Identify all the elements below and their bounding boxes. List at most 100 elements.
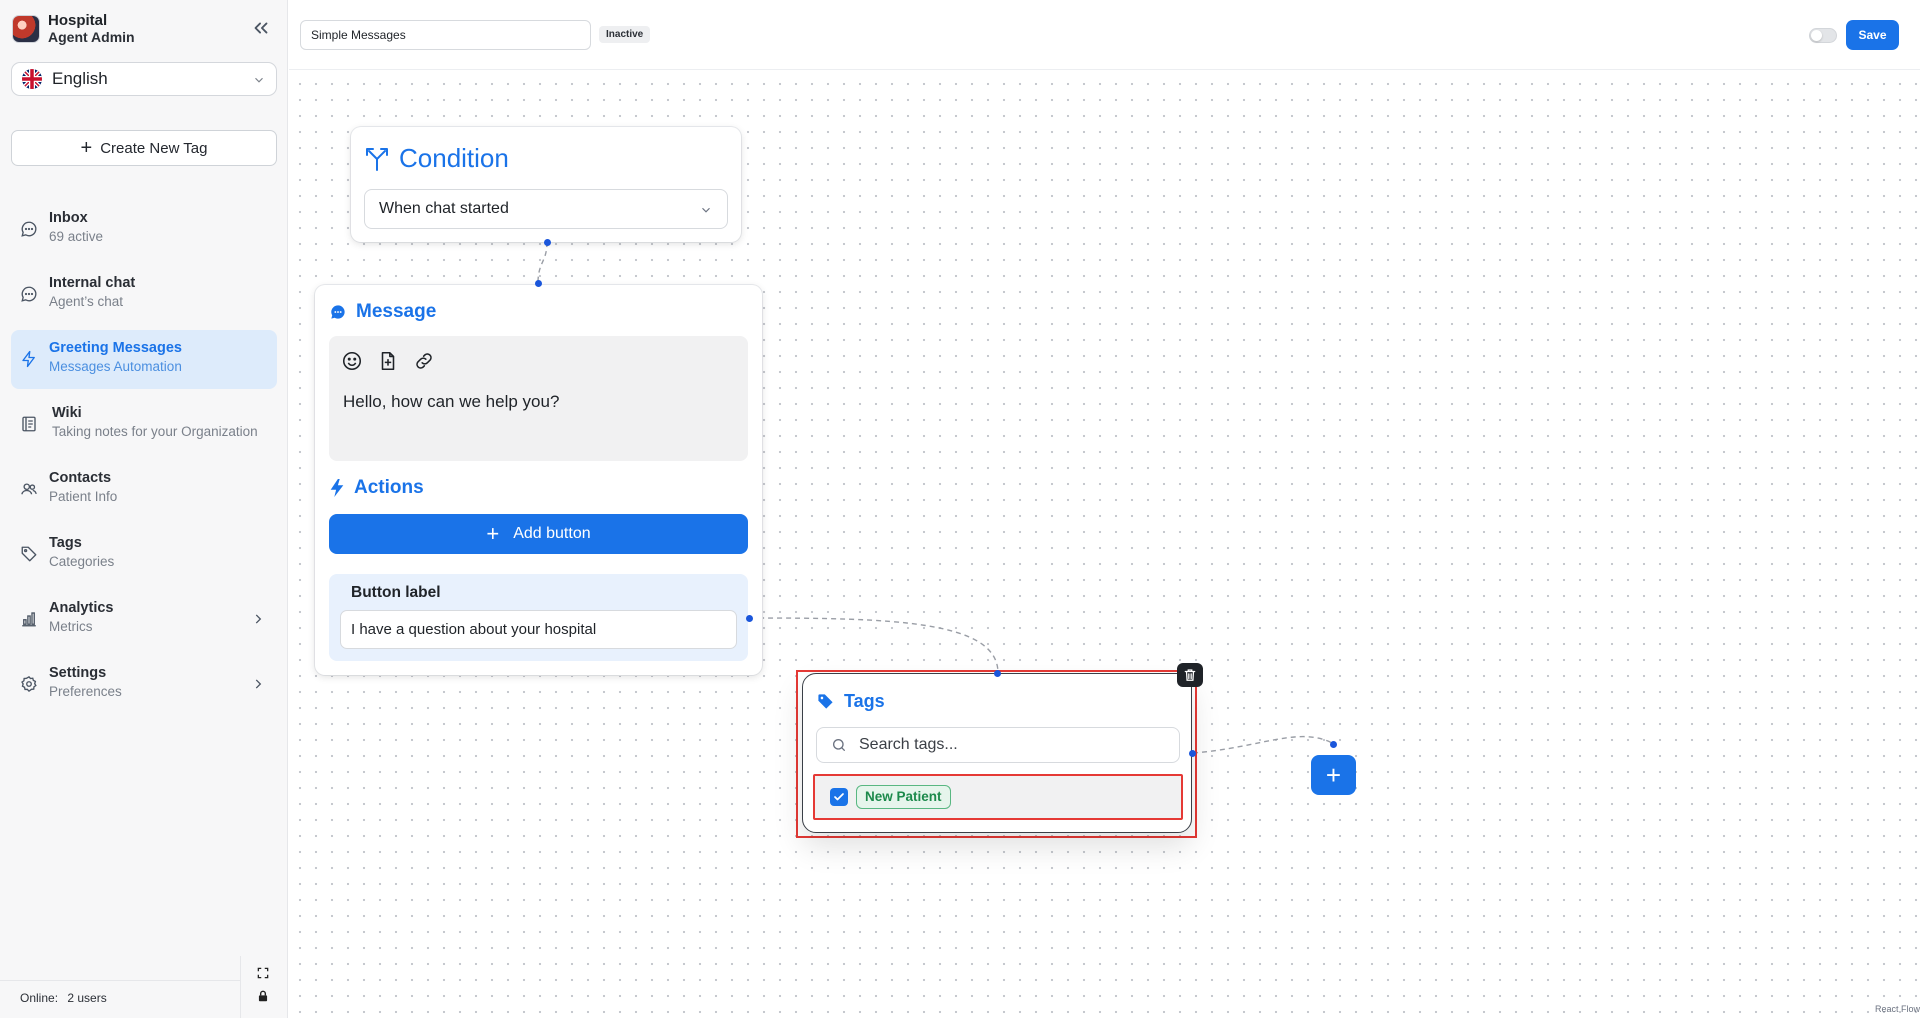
- tag-option-row[interactable]: New Patient: [813, 774, 1183, 820]
- attach-file-icon[interactable]: [377, 350, 399, 372]
- chat-bubble-icon: [21, 221, 37, 237]
- condition-trigger-select[interactable]: When chat started: [364, 189, 728, 229]
- tag-icon: [818, 694, 833, 709]
- create-new-tag-label: Create New Tag: [100, 139, 208, 157]
- actions-title: Actions: [354, 477, 424, 498]
- sidebar-item-title: Internal chat: [49, 275, 136, 291]
- sidebar-item-title: Greeting Messages: [49, 340, 182, 356]
- message-text[interactable]: Hello, how can we help you?: [343, 392, 559, 412]
- message-input-handle[interactable]: [535, 280, 542, 287]
- tags-input-handle[interactable]: [994, 670, 1001, 677]
- brand-name: Hospital: [48, 12, 108, 29]
- chevron-right-icon[interactable]: [251, 611, 265, 627]
- tags-output-handle[interactable]: [1189, 750, 1196, 757]
- message-editor[interactable]: Hello, how can we help you?: [329, 336, 748, 461]
- brand: Hospital Agent Admin: [12, 12, 135, 46]
- lock-icon[interactable]: [256, 989, 270, 1003]
- chat-bubble-icon: [21, 286, 37, 302]
- fit-view-icon[interactable]: [256, 966, 270, 980]
- check-icon: [834, 793, 844, 801]
- add-node-button[interactable]: +: [1311, 755, 1356, 795]
- sidebar-item-wiki[interactable]: Wiki Taking notes for your Organization: [11, 395, 277, 454]
- sidebar-item-subtitle: Metrics: [49, 619, 93, 634]
- add-node-input-handle[interactable]: [1330, 741, 1337, 748]
- sidebar-item-tags[interactable]: Tags Categories: [11, 525, 277, 584]
- sidebar-item-subtitle: Agent’s chat: [49, 294, 124, 309]
- sidebar-item-subtitle: Categories: [49, 554, 115, 569]
- canvas-controls: [240, 956, 288, 1018]
- collapse-sidebar-icon[interactable]: [250, 17, 272, 39]
- link-icon[interactable]: [413, 350, 435, 372]
- online-status: Online: 2 users: [0, 980, 240, 1018]
- plus-icon: +: [486, 521, 500, 546]
- condition-node[interactable]: Condition When chat started: [351, 127, 741, 242]
- sidebar-item-contacts[interactable]: Contacts Patient Info: [11, 460, 277, 519]
- button-label-title: Button label: [351, 584, 441, 601]
- hospital-logo: [12, 15, 40, 43]
- sidebar: Hospital Agent Admin English + Create Ne…: [0, 0, 288, 1018]
- plus-icon: +: [80, 137, 93, 159]
- emoji-icon[interactable]: [341, 350, 363, 372]
- uk-flag-icon: [22, 69, 42, 89]
- gear-icon: [21, 676, 37, 693]
- condition-trigger-value: When chat started: [379, 200, 509, 217]
- message-node[interactable]: Message Hello, how can we help you? Acti…: [315, 285, 762, 675]
- tags-search[interactable]: [816, 727, 1180, 763]
- tag-icon: [21, 546, 37, 562]
- button-label-card: Button label: [329, 574, 748, 661]
- sidebar-item-title: Inbox: [49, 210, 88, 226]
- sidebar-item-greeting-messages[interactable]: Greeting Messages Messages Automation: [11, 330, 277, 389]
- sidebar-item-analytics[interactable]: Analytics Metrics: [11, 590, 277, 649]
- brand-subtitle: Agent Admin: [48, 29, 135, 45]
- tags-node[interactable]: Tags New Patient: [802, 673, 1192, 833]
- add-button-button[interactable]: + Add button: [329, 514, 748, 554]
- condition-title: Condition: [399, 143, 509, 173]
- tag-checkbox[interactable]: [830, 788, 848, 806]
- sidebar-item-subtitle: 69 active: [49, 229, 104, 244]
- button-output-handle[interactable]: [746, 615, 753, 622]
- tags-title: Tags: [844, 691, 885, 711]
- sidebar-item-title: Tags: [49, 535, 82, 551]
- chevron-down-icon: [255, 77, 263, 83]
- message-title: Message: [356, 301, 437, 322]
- search-icon: [833, 739, 845, 751]
- save-button[interactable]: Save: [1846, 20, 1899, 50]
- bar-chart-icon: [22, 612, 36, 627]
- lightning-icon: [22, 350, 35, 368]
- users-icon: [21, 483, 37, 495]
- sidebar-item-title: Wiki: [52, 405, 82, 421]
- sidebar-item-subtitle: Preferences: [49, 684, 122, 699]
- sidebar-item-subtitle: Taking notes for your Organization: [52, 424, 258, 439]
- sidebar-item-subtitle: Messages Automation: [49, 359, 182, 374]
- split-arrow-icon: [366, 147, 388, 171]
- chevron-right-icon[interactable]: [251, 676, 265, 692]
- message-bubble-icon: [331, 305, 345, 319]
- sidebar-item-title: Contacts: [49, 470, 112, 486]
- tag-chip: New Patient: [856, 785, 951, 809]
- status-badge: Inactive: [599, 26, 651, 43]
- chevron-down-icon: [702, 207, 710, 213]
- book-icon: [22, 416, 36, 432]
- online-count: 2 users: [67, 991, 107, 1005]
- delete-node-button[interactable]: [1177, 663, 1203, 687]
- lightning-icon: [330, 479, 344, 497]
- language-select[interactable]: English: [11, 62, 277, 96]
- sidebar-item-title: Settings: [49, 665, 107, 681]
- sidebar-item-internal-chat[interactable]: Internal chat Agent’s chat: [11, 265, 277, 324]
- flow-name-input[interactable]: [300, 20, 591, 50]
- sidebar-item-subtitle: Patient Info: [49, 489, 118, 504]
- sidebar-nav: Inbox 69 active Internal chat Agent’s ch…: [11, 200, 277, 720]
- sidebar-item-settings[interactable]: Settings Preferences: [11, 655, 277, 714]
- active-toggle[interactable]: [1809, 28, 1837, 43]
- add-button-label: Add button: [513, 525, 591, 542]
- create-new-tag-button[interactable]: + Create New Tag: [11, 130, 277, 166]
- tags-search-input[interactable]: [859, 736, 1159, 754]
- trash-icon: [1184, 669, 1196, 681]
- language-label: English: [52, 69, 108, 88]
- sidebar-item-inbox[interactable]: Inbox 69 active: [11, 200, 277, 259]
- react-flow-attribution[interactable]: React Flow: [1875, 1004, 1920, 1014]
- condition-output-handle[interactable]: [544, 239, 551, 246]
- sidebar-item-title: Analytics: [49, 600, 114, 616]
- button-label-input[interactable]: [340, 610, 737, 649]
- top-bar: Inactive Save: [289, 0, 1920, 70]
